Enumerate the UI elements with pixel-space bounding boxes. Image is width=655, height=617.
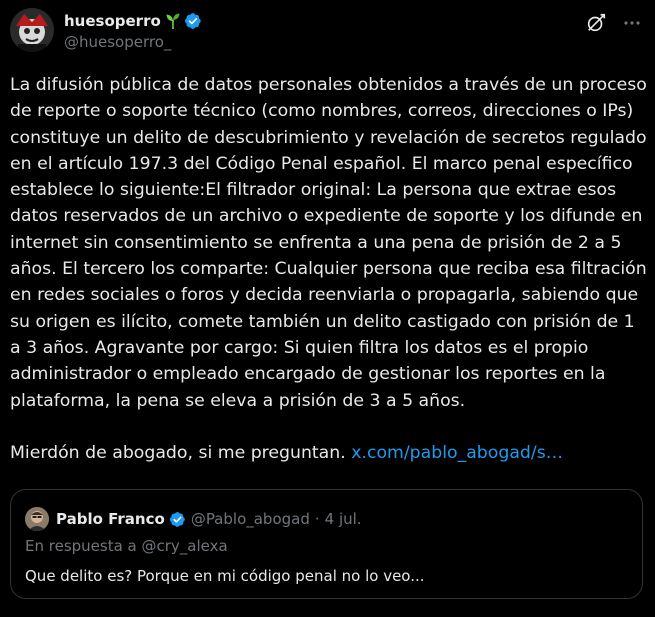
author-handle[interactable]: @huesoperro_ bbox=[64, 32, 202, 52]
post-text-main: La difusión pública de datos personales … bbox=[10, 75, 653, 411]
verified-badge-icon bbox=[184, 13, 201, 29]
post-link[interactable]: x.com/pablo_abogad/s… bbox=[351, 443, 563, 463]
grok-icon[interactable] bbox=[585, 12, 607, 34]
author-avatar[interactable] bbox=[10, 8, 54, 52]
quoted-text: Que delito es? Porque en mi código penal… bbox=[25, 567, 425, 585]
quoted-date: 4 jul. bbox=[324, 510, 362, 528]
quoted-author-name: Pablo Franco bbox=[56, 510, 165, 528]
quoted-post[interactable]: Pablo Franco @Pablo_abogad · 4 jul. En r… bbox=[10, 489, 643, 599]
post-container: huesoperro @huesoperro_ La difusión públ… bbox=[0, 0, 655, 617]
avatar-image bbox=[10, 8, 54, 52]
author-display-name[interactable]: huesoperro bbox=[64, 12, 161, 30]
post-header: huesoperro @huesoperro_ bbox=[10, 8, 202, 52]
sprout-icon bbox=[166, 13, 180, 29]
quoted-avatar-image bbox=[25, 507, 49, 531]
header-actions bbox=[585, 12, 641, 34]
quoted-post-header: Pablo Franco @Pablo_abogad · 4 jul. bbox=[25, 507, 362, 531]
quoted-author-avatar bbox=[25, 507, 49, 531]
quoted-author-handle: @Pablo_abogad bbox=[190, 510, 310, 528]
post-text: La difusión pública de datos personales … bbox=[10, 72, 648, 466]
author-names: huesoperro @huesoperro_ bbox=[64, 10, 202, 52]
quoted-separator: · bbox=[314, 510, 320, 528]
quoted-verified-badge-icon bbox=[169, 511, 185, 527]
quoted-reply-context: En respuesta a @cry_alexa bbox=[25, 537, 228, 555]
more-options-icon[interactable] bbox=[623, 14, 641, 32]
post-text-tail: Mierdón de abogado, si me preguntan. bbox=[10, 443, 346, 464]
author-name-row: huesoperro bbox=[64, 10, 202, 32]
